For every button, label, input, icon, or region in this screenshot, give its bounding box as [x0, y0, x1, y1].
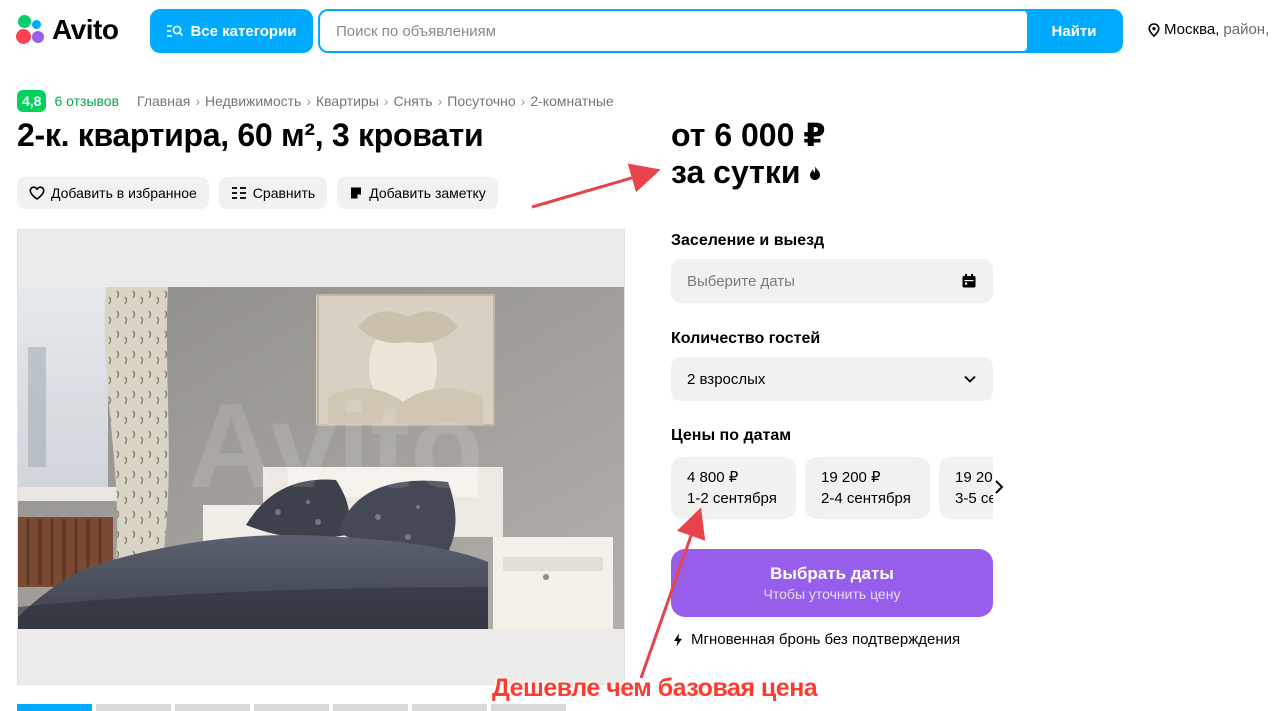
apartment-photo: Avito: [18, 287, 624, 629]
rating-badge: 4,8: [17, 90, 47, 112]
listing-title: 2-к. квартира, 60 м², 3 кровати: [17, 117, 484, 153]
price-card[interactable]: 4 800 ₽ 1-2 сентября: [671, 457, 796, 519]
checkin-label: Заселение и выезд: [671, 232, 825, 249]
breadcrumb-separator: ›: [383, 93, 389, 109]
heart-icon: [29, 186, 45, 200]
dates-placeholder: Выберите даты: [687, 272, 795, 290]
search-bar: Найти: [318, 9, 1123, 53]
price-card-price: 4 800 ₽: [687, 469, 739, 486]
photo-thumbnail[interactable]: [175, 704, 250, 711]
compare-button[interactable]: Сравнить: [218, 177, 328, 209]
breadcrumb-item[interactable]: Недвижимость: [205, 93, 301, 109]
chevron-down-icon: [964, 375, 976, 383]
price-value: от 6 000 ₽: [671, 117, 826, 153]
breadcrumb-item[interactable]: 2-комнатные: [530, 93, 613, 109]
breadcrumb-separator: ›: [306, 93, 311, 109]
reviews-link[interactable]: 6 отзывов: [54, 93, 119, 109]
annotation-arrow-to-price: [531, 163, 661, 209]
lightning-icon: [674, 633, 682, 646]
logo-text: Avito: [52, 14, 119, 45]
photo-thumbnail[interactable]: [254, 704, 329, 711]
select-dates-label: Выбрать даты: [770, 564, 894, 583]
breadcrumb-item[interactable]: Посуточно: [447, 93, 515, 109]
location-pin-icon: [1148, 22, 1160, 37]
all-categories-button[interactable]: Все категории: [150, 9, 313, 53]
photo-thumbnail[interactable]: [17, 704, 92, 711]
price-card[interactable]: 19 200 ₽ 2-4 сентября: [805, 457, 930, 519]
fire-icon: [809, 165, 820, 180]
breadcrumb-separator: ›: [437, 93, 443, 109]
dates-field[interactable]: Выберите даты: [671, 259, 993, 303]
price-card-dates: 3-5 сентября: [955, 490, 993, 507]
note-icon: [351, 187, 362, 199]
guests-value: 2 взрослых: [687, 370, 766, 388]
compare-label: Сравнить: [252, 185, 316, 201]
select-dates-sublabel: Чтобы уточнить цену: [763, 586, 901, 602]
add-to-favorites-button[interactable]: Добавить в избранное: [17, 177, 209, 209]
add-to-favorites-label: Добавить в избранное: [51, 185, 197, 201]
breadcrumb-item[interactable]: Главная: [137, 93, 190, 109]
price-cards-carousel: 4 800 ₽ 1-2 сентября 19 200 ₽ 2-4 сентяб…: [671, 457, 993, 519]
breadcrumb: Главная › Недвижимость › Квартиры › Снят…: [137, 93, 614, 109]
carousel-next-button[interactable]: [994, 478, 1004, 501]
photo-thumbnail[interactable]: [96, 704, 171, 711]
photo-thumbnail[interactable]: [491, 704, 566, 711]
location-district: район,: [1223, 21, 1270, 38]
photo-thumbnail[interactable]: [333, 704, 408, 711]
categories-search-icon: [167, 25, 184, 37]
price-card-price: 19 200 ₽: [955, 469, 993, 486]
logo-dots-icon: [16, 15, 46, 45]
prices-by-date-label: Цены по датам: [671, 427, 792, 444]
price-block: от 6 000 ₽ за сутки: [671, 117, 826, 191]
breadcrumb-separator: ›: [195, 93, 200, 109]
price-card-price: 19 200 ₽: [821, 469, 881, 486]
chevron-right-icon: [995, 480, 1004, 494]
breadcrumb-separator: ›: [520, 93, 526, 109]
annotation-label: Дешевле чем базовая цена: [492, 674, 818, 702]
instant-booking-note: Мгновенная бронь без подтверждения: [673, 631, 960, 648]
location-selector[interactable]: Москва, район,: [1148, 21, 1269, 38]
photo-watermark: Avito: [188, 379, 484, 513]
photo-thumbnails: [17, 704, 566, 711]
price-period-label: за сутки: [671, 154, 801, 190]
rating-breadcrumb-row: 4,8 6 отзывов Главная › Недвижимость › К…: [17, 90, 614, 112]
select-dates-button[interactable]: Выбрать даты Чтобы уточнить цену: [671, 549, 993, 617]
breadcrumb-item[interactable]: Квартиры: [316, 93, 379, 109]
price-card-dates: 1-2 сентября: [687, 490, 777, 507]
price-card-dates: 2-4 сентября: [821, 490, 911, 507]
breadcrumb-item[interactable]: Снять: [393, 93, 432, 109]
guests-label: Количество гостей: [671, 330, 821, 347]
all-categories-label: Все категории: [190, 22, 297, 40]
search-input[interactable]: [320, 11, 1027, 51]
guests-select[interactable]: 2 взрослых: [671, 357, 993, 401]
price-card[interactable]: 19 200 ₽ 3-5 сентября: [939, 457, 993, 519]
add-note-label: Добавить заметку: [369, 185, 486, 201]
avito-logo[interactable]: Avito: [16, 14, 119, 46]
add-note-button[interactable]: Добавить заметку: [337, 177, 498, 209]
calendar-icon: [962, 274, 976, 288]
search-button[interactable]: Найти: [1027, 11, 1121, 51]
price-period: за сутки: [671, 154, 826, 191]
photo-gallery[interactable]: Avito: [17, 229, 625, 685]
photo-thumbnail[interactable]: [412, 704, 487, 711]
instant-booking-text: Мгновенная бронь без подтверждения: [691, 631, 961, 648]
location-city: Москва,: [1164, 21, 1220, 38]
listing-actions: Добавить в избранное Сравнить Добавить з…: [17, 177, 498, 209]
compare-icon: [231, 187, 246, 199]
